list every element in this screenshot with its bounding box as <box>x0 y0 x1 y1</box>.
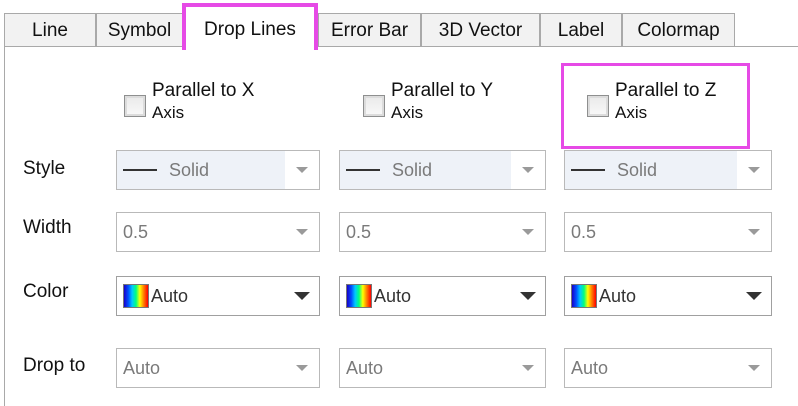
chevron-down-icon <box>296 167 308 173</box>
tab-symbol[interactable]: Symbol <box>96 13 183 47</box>
width-label: Width <box>23 217 72 238</box>
parallel-y-checkbox[interactable] <box>363 95 385 117</box>
chevron-down-icon <box>296 229 308 235</box>
chevron-down-icon <box>522 365 534 371</box>
drop-to-select-y[interactable]: Auto <box>339 348 546 388</box>
tab-colormap[interactable]: Colormap <box>622 13 735 47</box>
color-select-x[interactable]: Auto <box>116 276 320 316</box>
color-label: Color <box>23 281 69 302</box>
style-select-x[interactable]: Solid <box>116 150 320 190</box>
width-select-y[interactable]: 0.5 <box>339 212 546 252</box>
chevron-down-icon <box>746 292 762 300</box>
chevron-down-icon <box>522 167 534 173</box>
chevron-down-icon <box>748 365 760 371</box>
color-select-y[interactable]: Auto <box>339 276 546 316</box>
chevron-down-icon <box>522 229 534 235</box>
parallel-y-checkbox-group[interactable]: Parallel to Y Axis <box>363 80 493 124</box>
solid-line-icon <box>123 169 157 171</box>
drop-to-select-z[interactable]: Auto <box>564 348 772 388</box>
colormap-swatch-icon <box>346 284 372 308</box>
parallel-z-checkbox[interactable] <box>587 95 609 117</box>
drop-to-label: Drop to <box>23 355 86 376</box>
parallel-x-label: Parallel to X Axis <box>152 80 255 122</box>
solid-line-icon <box>571 169 605 171</box>
parallel-z-label: Parallel to Z Axis <box>615 80 717 122</box>
style-select-y[interactable]: Solid <box>339 150 546 190</box>
colormap-swatch-icon <box>123 284 149 308</box>
style-select-z[interactable]: Solid <box>564 150 772 190</box>
tab-drop-lines[interactable]: Drop Lines <box>182 3 318 50</box>
solid-line-icon <box>346 169 380 171</box>
tab-error-bar[interactable]: Error Bar <box>318 13 421 47</box>
parallel-z-checkbox-group[interactable]: Parallel to Z Axis <box>587 80 716 124</box>
parallel-x-checkbox[interactable] <box>124 95 146 117</box>
parallel-y-label: Parallel to Y Axis <box>391 80 494 122</box>
chevron-down-icon <box>748 167 760 173</box>
chevron-down-icon <box>296 365 308 371</box>
tab-3d-vector[interactable]: 3D Vector <box>421 13 540 47</box>
drop-to-select-x[interactable]: Auto <box>116 348 320 388</box>
chevron-down-icon <box>294 292 310 300</box>
chevron-down-icon <box>520 292 536 300</box>
tab-label[interactable]: Label <box>540 13 622 47</box>
chevron-down-icon <box>748 229 760 235</box>
width-select-z[interactable]: 0.5 <box>564 212 772 252</box>
width-select-x[interactable]: 0.5 <box>116 212 320 252</box>
style-label: Style <box>23 158 66 179</box>
color-select-z[interactable]: Auto <box>564 276 772 316</box>
colormap-swatch-icon <box>571 284 597 308</box>
parallel-x-checkbox-group[interactable]: Parallel to X Axis <box>124 80 254 124</box>
tab-strip: Line Symbol Drop Lines Error Bar 3D Vect… <box>0 0 798 52</box>
tab-line[interactable]: Line <box>4 13 96 47</box>
